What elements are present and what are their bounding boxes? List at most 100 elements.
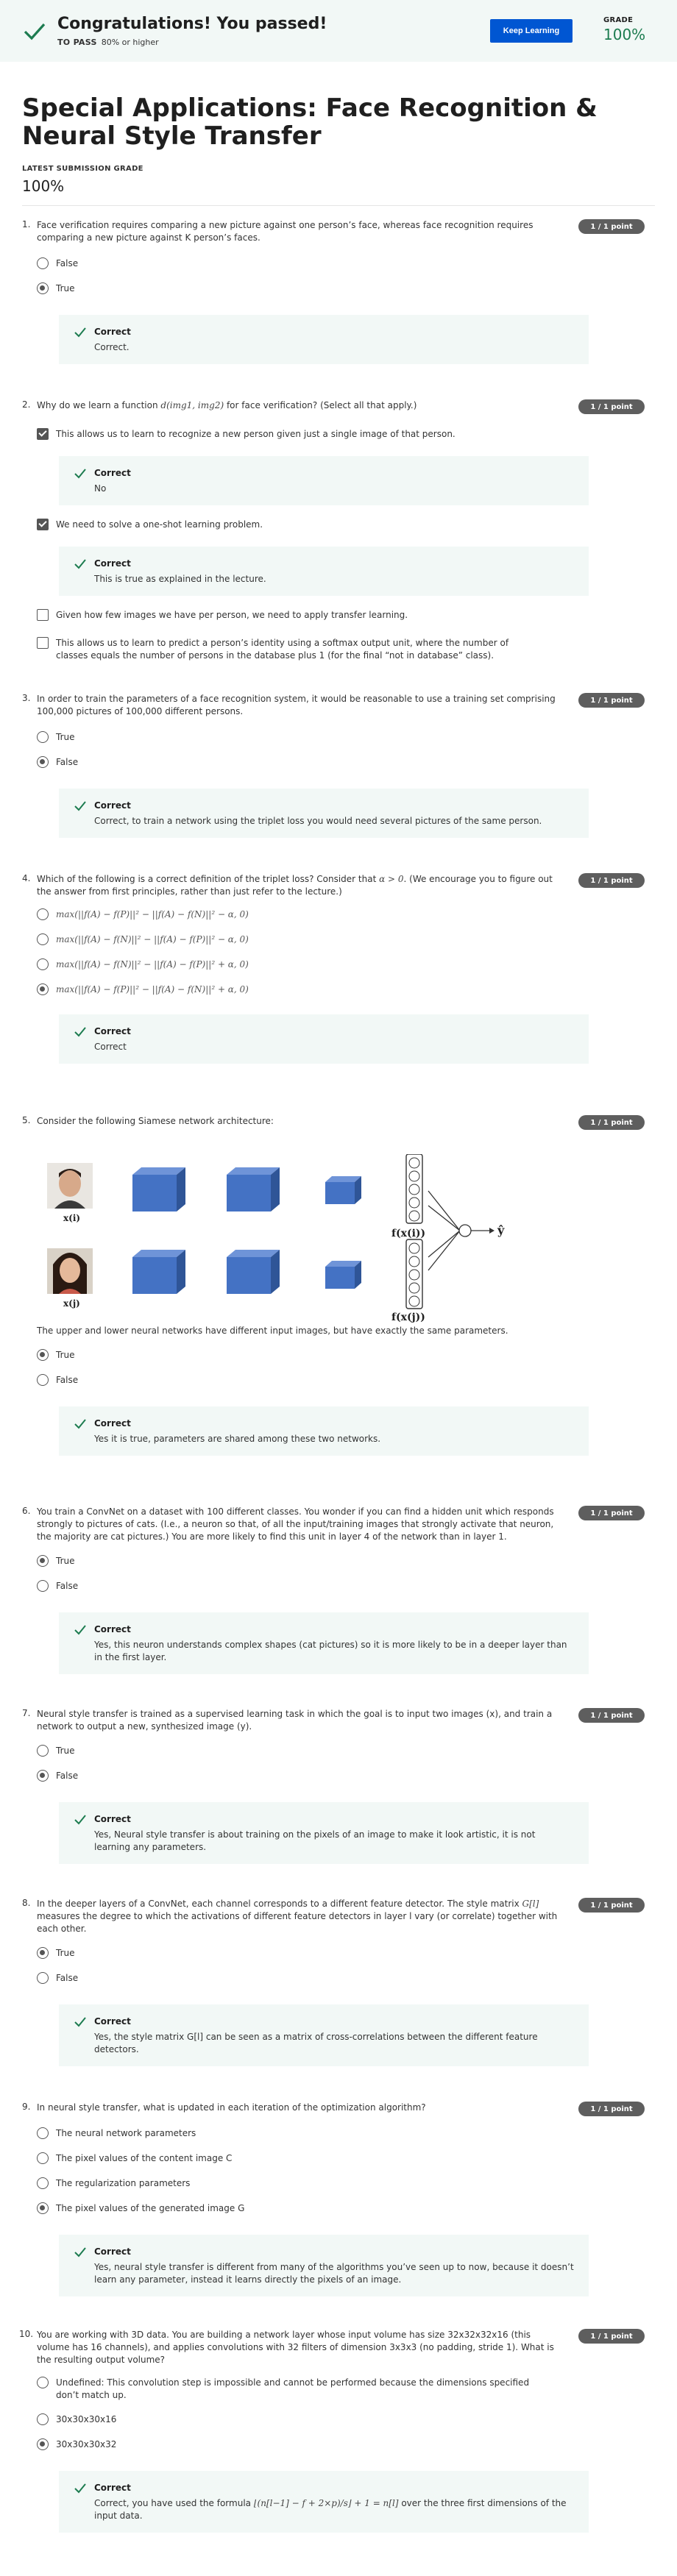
question-1: 1. 1 / 1 point Face verification require… — [0, 219, 677, 364]
option-selected[interactable]: True — [37, 282, 677, 297]
points-badge: 1 / 1 point — [578, 399, 645, 414]
keep-learning-button[interactable]: Keep Learning — [490, 19, 573, 43]
feedback-correct: Correct Yes, neural style transfer is di… — [59, 2235, 589, 2296]
radio-button-selected[interactable] — [37, 2438, 49, 2450]
input-label-top: x(i) — [63, 1213, 81, 1223]
option[interactable]: max(||f(A) − f(P)||² − ||f(A) − f(N)||² … — [37, 908, 677, 923]
radio-button[interactable] — [37, 2152, 49, 2164]
option[interactable]: 30x30x30x16 — [37, 2413, 677, 2428]
siamese-network-diagram: x(i) x(j) f(x(i)) f(x(j)) ŷ — [37, 1154, 567, 1323]
option-selected[interactable]: The pixel values of the generated image … — [37, 2202, 677, 2217]
radio-button[interactable] — [37, 1374, 49, 1386]
result-banner: Congratulations! You passed! TO PASS 80% … — [0, 0, 677, 62]
radio-button[interactable] — [37, 2177, 49, 2189]
option-selected[interactable]: True — [37, 1947, 677, 1962]
question-8: 8. 1 / 1 point In the deeper layers of a… — [0, 1898, 677, 2066]
feedback-correct: Correct Correct, to train a network usin… — [59, 789, 589, 838]
option-selected[interactable]: True — [37, 1349, 677, 1364]
checkbox-checked[interactable] — [37, 428, 49, 440]
radio-button-selected[interactable] — [37, 983, 49, 995]
question-text: You are working with 3D data. You are bu… — [37, 2330, 554, 2365]
feedback-correct: Correct This is true as explained in the… — [59, 547, 589, 596]
option[interactable]: False — [37, 1374, 677, 1389]
radio-button[interactable] — [37, 2413, 49, 2425]
page-title: Special Applications: Face Recognition &… — [22, 93, 598, 151]
radio-button[interactable] — [37, 2127, 49, 2139]
checkbox-checked[interactable] — [37, 519, 49, 530]
encoding-label-bottom: f(x(j)) — [391, 1312, 425, 1323]
grade-summary: GRADE 100% — [603, 16, 646, 43]
question-text: Which of the following is a correct defi… — [37, 874, 553, 897]
option[interactable]: max(||f(A) − f(N)||² − ||f(A) − f(P)||² … — [37, 933, 677, 948]
check-icon — [74, 1027, 86, 1037]
radio-button[interactable] — [37, 958, 49, 970]
check-icon — [74, 1815, 86, 1825]
radio-button[interactable] — [37, 731, 49, 743]
face-image-bottom — [47, 1248, 93, 1294]
option[interactable]: False — [37, 1972, 677, 1987]
checkbox[interactable] — [37, 637, 49, 649]
points-badge: 1 / 1 point — [578, 1898, 645, 1913]
points-badge: 1 / 1 point — [578, 1115, 645, 1130]
check-icon — [24, 23, 46, 40]
checkbox-option-selected[interactable]: This allows us to learn to recognize a n… — [37, 428, 677, 443]
option[interactable]: The pixel values of the content image C — [37, 2152, 677, 2167]
encoding-label-top: f(x(i)) — [391, 1228, 426, 1239]
option[interactable]: False — [37, 257, 677, 272]
question-text: Consider the following Siamese network a… — [37, 1116, 274, 1126]
question-9: 9. 1 / 1 point In neural style transfer,… — [0, 2102, 677, 2296]
radio-button[interactable] — [37, 1745, 49, 1757]
option[interactable]: The regularization parameters — [37, 2177, 677, 2192]
radio-button-selected[interactable] — [37, 2202, 49, 2214]
radio-button[interactable] — [37, 1580, 49, 1592]
points-badge: 1 / 1 point — [578, 1708, 645, 1723]
checkbox[interactable] — [37, 609, 49, 621]
grade-value: 100% — [603, 26, 646, 43]
option[interactable]: False — [37, 1580, 677, 1595]
option-selected[interactable]: False — [37, 756, 677, 771]
input-label-bottom: x(j) — [63, 1298, 80, 1309]
radio-button[interactable] — [37, 2377, 49, 2388]
question-text: Face verification requires comparing a n… — [37, 220, 534, 243]
check-icon — [74, 2247, 86, 2257]
radio-button-selected[interactable] — [37, 1770, 49, 1782]
option[interactable]: The neural network parameters — [37, 2127, 677, 2142]
radio-button[interactable] — [37, 933, 49, 945]
option[interactable]: True — [37, 731, 677, 746]
question-text: In the deeper layers of a ConvNet, each … — [37, 1899, 558, 1934]
option[interactable]: max(||f(A) − f(N)||² − ||f(A) − f(P)||² … — [37, 958, 677, 973]
radio-button[interactable] — [37, 908, 49, 920]
radio-button-selected[interactable] — [37, 1555, 49, 1567]
question-10: 10. 1 / 1 point You are working with 3D … — [0, 2329, 677, 2533]
checkbox-option[interactable]: Given how few images we have per person,… — [37, 609, 677, 624]
option-selected[interactable]: 30x30x30x32 — [37, 2438, 677, 2453]
radio-button-selected[interactable] — [37, 282, 49, 294]
radio-button-selected[interactable] — [37, 756, 49, 768]
option-selected[interactable]: True — [37, 1555, 677, 1570]
radio-button[interactable] — [37, 257, 49, 269]
check-icon — [74, 801, 86, 811]
option-selected[interactable]: False — [37, 1770, 677, 1785]
question-7: 7. 1 / 1 point Neural style transfer is … — [0, 1708, 677, 1864]
checkbox-option-selected[interactable]: We need to solve a one-shot learning pro… — [37, 519, 677, 533]
question-3: 3. 1 / 1 point In order to train the par… — [0, 693, 677, 838]
divider — [22, 205, 655, 206]
question-text: In neural style transfer, what is update… — [37, 2102, 426, 2113]
option[interactable]: Undefined: This convolution step is impo… — [37, 2377, 677, 2403]
points-badge: 1 / 1 point — [578, 1506, 645, 1520]
radio-button[interactable] — [37, 1972, 49, 1984]
option-selected[interactable]: max(||f(A) − f(P)||² − ||f(A) − f(N)||² … — [37, 983, 677, 998]
checkbox-option[interactable]: This allows us to learn to predict a per… — [37, 637, 677, 663]
check-icon — [74, 2017, 86, 2027]
face-image-top — [47, 1163, 93, 1209]
points-badge: 1 / 1 point — [578, 219, 645, 234]
check-icon — [74, 1625, 86, 1635]
question-5: 5. 1 / 1 point Consider the following Si… — [0, 1115, 677, 1456]
option[interactable]: True — [37, 1745, 677, 1760]
question-6: 6. 1 / 1 point You train a ConvNet on a … — [0, 1506, 677, 1674]
check-icon — [74, 469, 86, 479]
siamese-diagram-graphic — [47, 1154, 495, 1309]
radio-button-selected[interactable] — [37, 1947, 49, 1959]
radio-button-selected[interactable] — [37, 1349, 49, 1361]
feedback-correct: Correct Correct, you have used the formu… — [59, 2471, 589, 2533]
